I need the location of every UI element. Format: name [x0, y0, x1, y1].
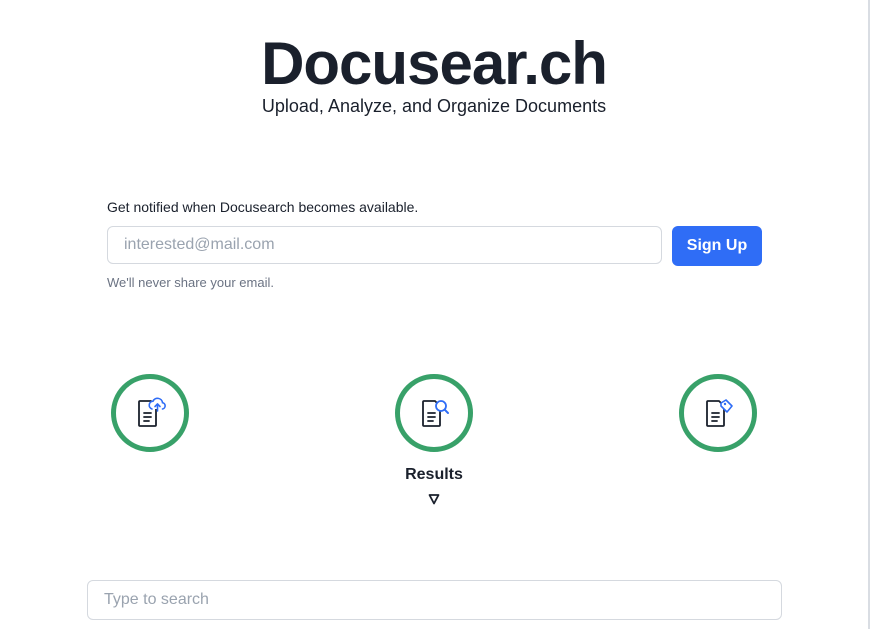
document-tag-icon — [706, 399, 733, 427]
results-label[interactable]: Results — [384, 466, 484, 484]
email-field[interactable] — [107, 226, 662, 264]
feature-results-ring — [395, 374, 473, 452]
document-upload-icon — [138, 397, 166, 427]
feature-upload — [111, 374, 189, 452]
feature-upload-ring — [111, 374, 189, 452]
feature-organize-ring — [679, 374, 757, 452]
feature-organize — [679, 374, 757, 452]
document-search-icon — [422, 400, 449, 427]
signup-label: Get notified when Docusearch becomes ava… — [107, 199, 419, 215]
feature-results[interactable] — [395, 374, 473, 452]
sign-up-button[interactable]: Sign Up — [672, 226, 762, 266]
app-title: Docusear.ch — [261, 30, 608, 97]
email-help-text: We'll never share your email. — [107, 275, 274, 290]
search-input[interactable] — [87, 580, 782, 620]
chevron-down-icon[interactable] — [428, 493, 440, 505]
app-subtitle: Upload, Analyze, and Organize Documents — [261, 96, 607, 116]
